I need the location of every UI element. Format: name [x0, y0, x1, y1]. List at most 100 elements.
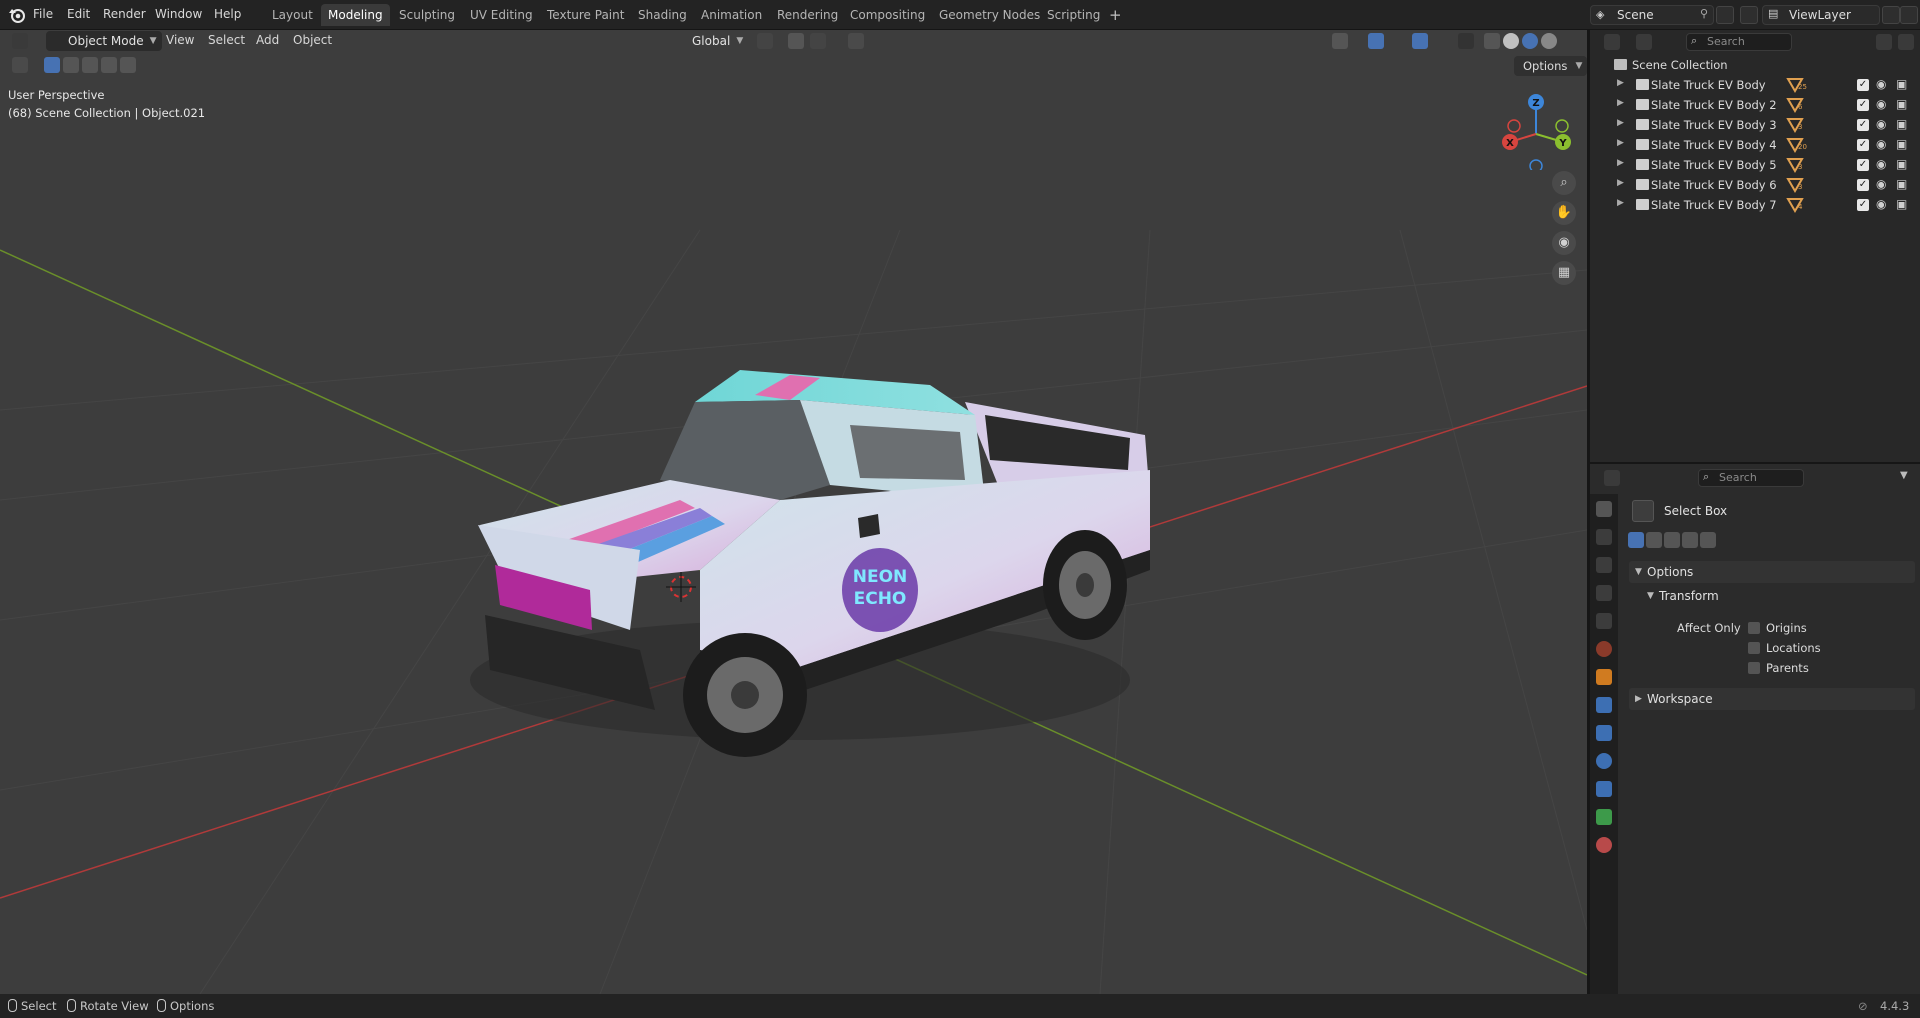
scene-tab-icon[interactable] [1596, 613, 1612, 629]
camera-icon[interactable]: ▣ [1896, 177, 1907, 191]
output-tab-icon[interactable] [1596, 557, 1612, 573]
viewport-menu-object[interactable]: Object [293, 33, 332, 47]
delete-scene-icon[interactable] [1740, 6, 1758, 24]
constraints-tab-icon[interactable] [1596, 781, 1612, 797]
view-layer-selector[interactable]: ViewLayer [1762, 5, 1880, 25]
chevron-right-icon[interactable]: ▶ [1617, 78, 1624, 88]
exclude-checkbox[interactable]: ✓ [1857, 199, 1869, 211]
eye-icon[interactable]: ◉ [1876, 117, 1886, 131]
physics-tab-icon[interactable] [1596, 753, 1612, 769]
zoom-icon[interactable]: ⌕ [1552, 171, 1576, 195]
chevron-right-icon[interactable]: ▶ [1617, 118, 1624, 128]
camera-icon[interactable]: ▣ [1896, 97, 1907, 111]
outliner-item[interactable]: ▶ Slate Truck EV Body 5 3 ✓ ◉ ▣ [1590, 155, 1920, 175]
exclude-checkbox[interactable]: ✓ [1857, 139, 1869, 151]
scene-selector[interactable]: Scene [1590, 5, 1714, 25]
outliner-item[interactable]: ▶ Slate Truck EV Body 2 6 ✓ ◉ ▣ [1590, 95, 1920, 115]
outliner-item[interactable]: ▶ Slate Truck EV Body 7 4 ✓ ◉ ▣ [1590, 195, 1920, 215]
outliner-editor-type-icon[interactable] [1604, 34, 1620, 50]
chevron-right-icon[interactable]: ▶ [1617, 138, 1624, 148]
tool-select-box-icon[interactable] [12, 57, 28, 73]
camera-view-icon[interactable]: ◉ [1552, 231, 1576, 255]
mode-dropdown[interactable]: Object Mode ▼ [46, 31, 162, 51]
world-tab-icon[interactable] [1596, 641, 1612, 657]
select-invert-icon[interactable] [101, 57, 117, 73]
menu-window[interactable]: Window [155, 7, 202, 21]
chevron-down-icon[interactable]: ▼ [1900, 470, 1908, 481]
editor-type-icon[interactable] [12, 33, 28, 49]
eye-icon[interactable]: ◉ [1876, 137, 1886, 151]
properties-editor-type-icon[interactable] [1604, 470, 1620, 486]
eye-icon[interactable]: ◉ [1876, 177, 1886, 191]
snap-target-icon[interactable] [810, 33, 826, 49]
tab-rendering[interactable]: Rendering [770, 4, 845, 26]
outliner-item[interactable]: ▶ Slate Truck EV Body 25 ✓ ◉ ▣ [1590, 75, 1920, 95]
menu-render[interactable]: Render [103, 7, 146, 21]
outliner-search-input[interactable]: Search [1686, 33, 1792, 51]
select-new-icon[interactable] [1628, 532, 1644, 548]
viewport-menu-add[interactable]: Add [256, 33, 279, 47]
render-tab-icon[interactable] [1596, 529, 1612, 545]
overlays-toggle-icon[interactable] [1412, 33, 1428, 49]
truck-model[interactable] [470, 370, 1150, 757]
delete-view-layer-icon[interactable] [1900, 6, 1918, 24]
parents-checkbox[interactable]: Parents [1748, 661, 1809, 675]
data-tab-icon[interactable] [1596, 809, 1612, 825]
eye-icon[interactable]: ◉ [1876, 77, 1886, 91]
tab-texture-paint[interactable]: Texture Paint [540, 4, 631, 26]
tab-modeling[interactable]: Modeling [321, 4, 390, 26]
tab-sculpting[interactable]: Sculpting [392, 4, 462, 26]
display-mode-icon[interactable] [1636, 34, 1652, 50]
particles-tab-icon[interactable] [1596, 725, 1612, 741]
camera-icon[interactable]: ▣ [1896, 77, 1907, 91]
new-view-layer-icon[interactable] [1882, 6, 1900, 24]
eye-icon[interactable]: ◉ [1876, 97, 1886, 111]
perspective-grid-icon[interactable]: ▦ [1552, 261, 1576, 285]
select-extend-icon[interactable] [63, 57, 79, 73]
viewport-menu-view[interactable]: View [166, 33, 194, 47]
tab-layout[interactable]: Layout [265, 4, 320, 26]
wireframe-shading-icon[interactable] [1484, 33, 1500, 49]
exclude-checkbox[interactable]: ✓ [1857, 99, 1869, 111]
select-new-icon[interactable] [44, 57, 60, 73]
exclude-checkbox[interactable]: ✓ [1857, 119, 1869, 131]
outliner-item[interactable]: ▶ Slate Truck EV Body 3 3 ✓ ◉ ▣ [1590, 115, 1920, 135]
viewport-menu-select[interactable]: Select [208, 33, 245, 47]
material-shading-icon[interactable] [1522, 33, 1538, 49]
scene-collection-row[interactable]: Scene Collection [1590, 55, 1920, 75]
tool-tab-icon[interactable] [1596, 501, 1612, 517]
origins-checkbox[interactable]: Origins [1748, 621, 1807, 635]
select-subtract-icon[interactable] [1664, 532, 1680, 548]
chevron-right-icon[interactable]: ▶ [1617, 98, 1624, 108]
workspace-panel-header[interactable]: ▶ Workspace [1629, 688, 1915, 710]
outliner-item[interactable]: ▶ Slate Truck EV Body 4 20 ✓ ◉ ▣ [1590, 135, 1920, 155]
chevron-right-icon[interactable]: ▶ [1617, 158, 1624, 168]
pin-icon[interactable]: ⚲ [1700, 7, 1708, 20]
exclude-checkbox[interactable]: ✓ [1857, 159, 1869, 171]
filter-icon[interactable] [1876, 34, 1892, 50]
new-scene-icon[interactable] [1716, 6, 1734, 24]
select-subtract-icon[interactable] [82, 57, 98, 73]
viewport-options-button[interactable]: Options ▼ [1514, 56, 1587, 76]
new-collection-icon[interactable] [1898, 34, 1914, 50]
eye-icon[interactable]: ◉ [1876, 197, 1886, 211]
eye-icon[interactable]: ◉ [1876, 157, 1886, 171]
add-workspace-button[interactable]: + [1109, 6, 1122, 24]
proportional-edit-icon[interactable] [848, 33, 864, 49]
options-panel-header[interactable]: ▼ Options [1629, 561, 1915, 583]
properties-search-input[interactable]: Search [1698, 469, 1804, 487]
tab-animation[interactable]: Animation [694, 4, 769, 26]
tab-compositing[interactable]: Compositing [843, 4, 932, 26]
gizmo-toggle-icon[interactable] [1368, 33, 1384, 49]
solid-shading-icon[interactable] [1503, 33, 1519, 49]
camera-icon[interactable]: ▣ [1896, 157, 1907, 171]
select-extend-icon[interactable] [1646, 532, 1662, 548]
tab-scripting[interactable]: Scripting [1040, 4, 1107, 26]
select-intersect-icon[interactable] [120, 57, 136, 73]
tab-uv-editing[interactable]: UV Editing [463, 4, 540, 26]
visibility-icon[interactable] [1332, 33, 1348, 49]
exclude-checkbox[interactable]: ✓ [1857, 79, 1869, 91]
transform-subpanel-header[interactable]: ▼ Transform [1641, 585, 1915, 607]
chevron-right-icon[interactable]: ▶ [1617, 178, 1624, 188]
outliner-item[interactable]: ▶ Slate Truck EV Body 6 3 ✓ ◉ ▣ [1590, 175, 1920, 195]
